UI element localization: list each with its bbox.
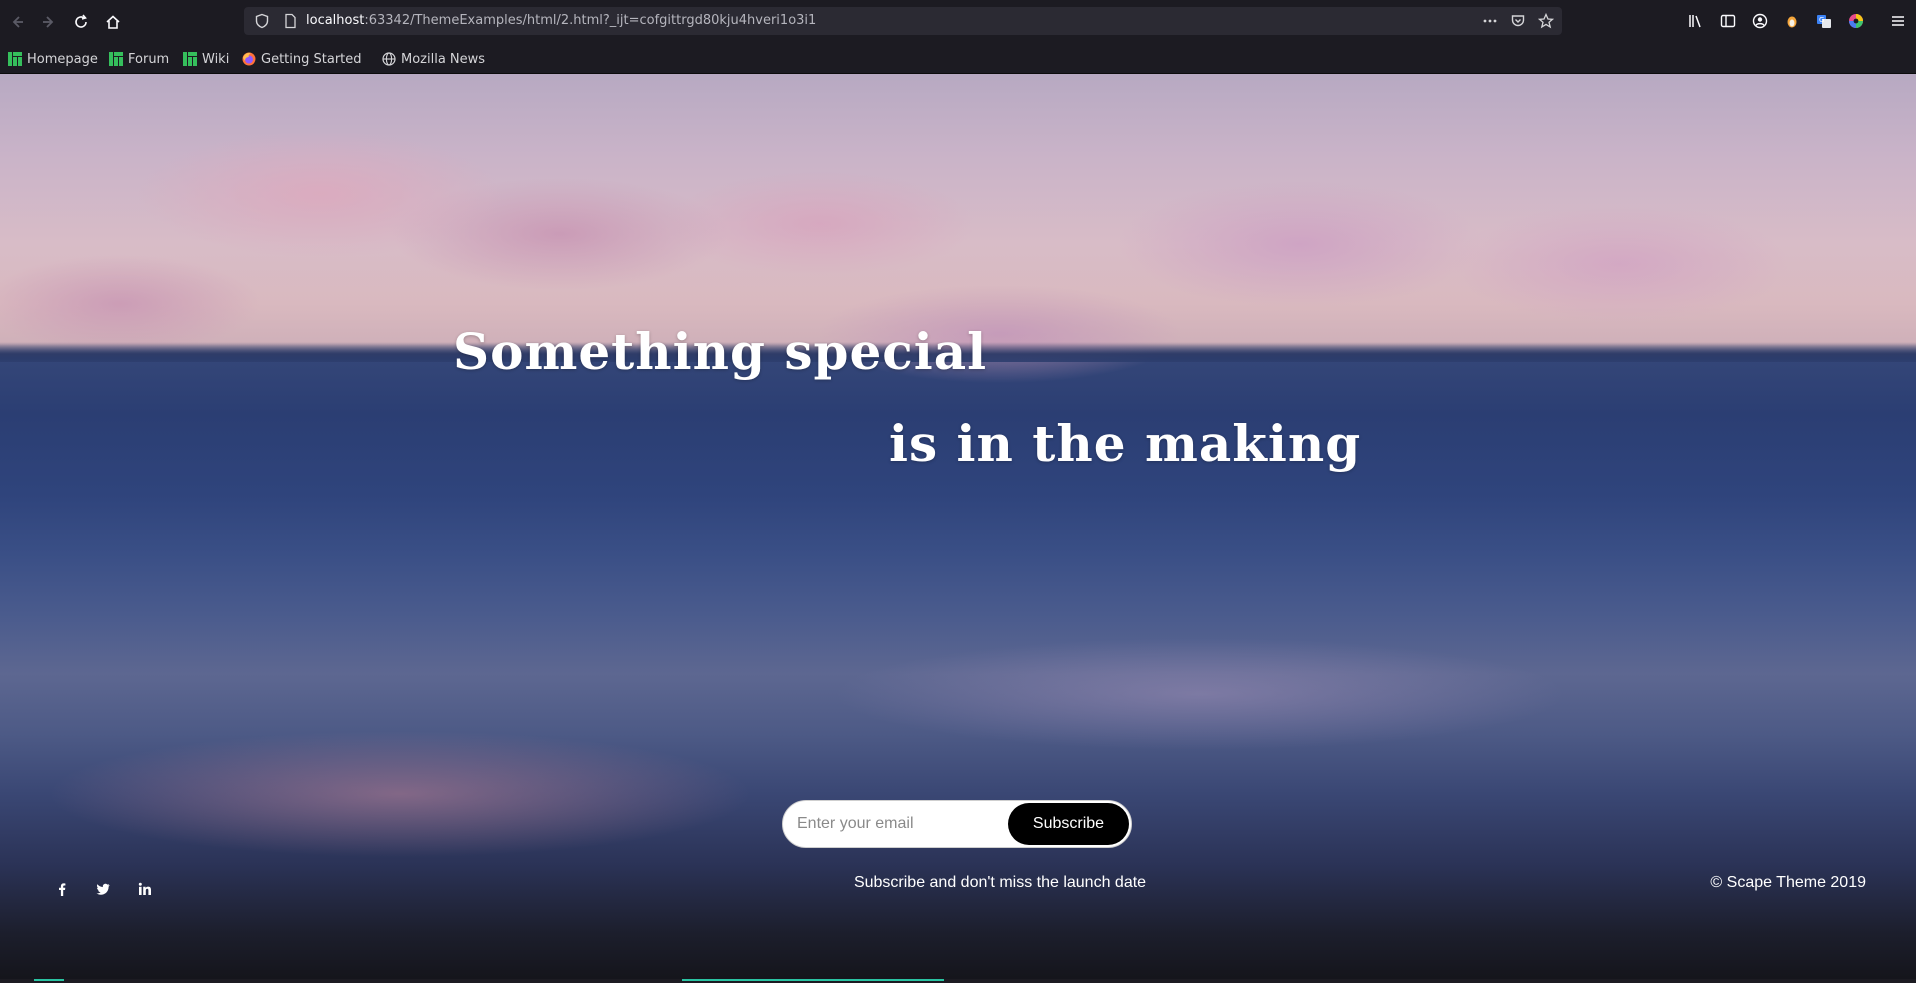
bottom-accent bbox=[34, 979, 64, 981]
linkedin-link[interactable] bbox=[136, 880, 154, 898]
reload-button[interactable] bbox=[66, 7, 96, 37]
bookmark-label: Homepage bbox=[27, 51, 98, 67]
globe-icon bbox=[382, 52, 396, 66]
firefox-icon bbox=[242, 52, 256, 66]
facebook-link[interactable] bbox=[53, 880, 71, 898]
bookmark-star-icon[interactable] bbox=[1538, 13, 1554, 29]
subscribe-form: Subscribe bbox=[782, 800, 1132, 848]
more-actions-icon[interactable] bbox=[1482, 13, 1498, 29]
linkedin-icon bbox=[138, 882, 151, 895]
url-host: localhost bbox=[306, 13, 365, 28]
translate-extension-icon[interactable]: G bbox=[1816, 13, 1832, 29]
home-button[interactable] bbox=[98, 7, 128, 37]
bookmark-forum[interactable]: Forum bbox=[109, 50, 169, 68]
bookmarks-toolbar: Homepage Forum Wiki Getting Started Mozi… bbox=[0, 43, 1916, 74]
url-bar[interactable]: localhost:63342/ThemeExamples/html/2.htm… bbox=[244, 7, 1562, 35]
back-button[interactable] bbox=[2, 7, 32, 37]
subscribe-button[interactable]: Subscribe bbox=[1008, 803, 1129, 845]
subscribe-caption: Subscribe and don't miss the launch date bbox=[853, 874, 1147, 891]
hamburger-menu-icon[interactable] bbox=[1890, 13, 1906, 29]
bookmark-mozilla-news[interactable]: Mozilla News bbox=[382, 50, 485, 68]
browser-toolbar: localhost:63342/ThemeExamples/html/2.htm… bbox=[0, 0, 1916, 43]
twitter-link[interactable] bbox=[94, 880, 112, 898]
sidebar-icon[interactable] bbox=[1720, 13, 1736, 29]
bookmark-label: Getting Started bbox=[261, 51, 362, 67]
bookmark-label: Wiki bbox=[202, 51, 230, 67]
bookmark-label: Mozilla News bbox=[401, 51, 486, 67]
bookmark-label: Forum bbox=[128, 51, 170, 67]
url-text[interactable]: localhost:63342/ThemeExamples/html/2.htm… bbox=[306, 13, 816, 28]
facebook-icon bbox=[59, 883, 66, 896]
copyright-text: © Scape Theme 2019 bbox=[1710, 874, 1866, 891]
library-icon[interactable] bbox=[1688, 13, 1704, 29]
forward-button[interactable] bbox=[34, 7, 64, 37]
page-icon[interactable] bbox=[282, 13, 298, 29]
bookmark-homepage[interactable]: Homepage bbox=[8, 50, 98, 68]
hero-headline-line1: Something special bbox=[453, 322, 988, 381]
bookmark-wiki[interactable]: Wiki bbox=[183, 50, 229, 68]
manjaro-icon bbox=[8, 52, 22, 66]
hero-headline-line2: is in the making bbox=[889, 414, 1362, 473]
pocket-icon[interactable] bbox=[1510, 13, 1526, 29]
bottom-accent bbox=[682, 979, 944, 981]
manjaro-icon bbox=[183, 52, 197, 66]
home-icon bbox=[106, 15, 120, 29]
back-arrow-icon bbox=[12, 16, 23, 28]
bookmark-getting-started[interactable]: Getting Started bbox=[242, 50, 362, 68]
color-picker-extension-icon[interactable] bbox=[1848, 13, 1864, 29]
extension-fox-icon[interactable] bbox=[1784, 13, 1800, 29]
shield-icon[interactable] bbox=[254, 13, 270, 29]
forward-arrow-icon bbox=[43, 16, 54, 28]
bottom-edge bbox=[0, 979, 1916, 983]
reload-icon bbox=[75, 14, 87, 28]
email-input[interactable] bbox=[797, 801, 997, 847]
twitter-icon bbox=[96, 883, 110, 895]
svg-text:G: G bbox=[1819, 16, 1824, 24]
url-path: :63342/ThemeExamples/html/2.html?_ijt=co… bbox=[364, 13, 817, 28]
manjaro-icon bbox=[109, 52, 123, 66]
account-icon[interactable] bbox=[1752, 13, 1768, 29]
